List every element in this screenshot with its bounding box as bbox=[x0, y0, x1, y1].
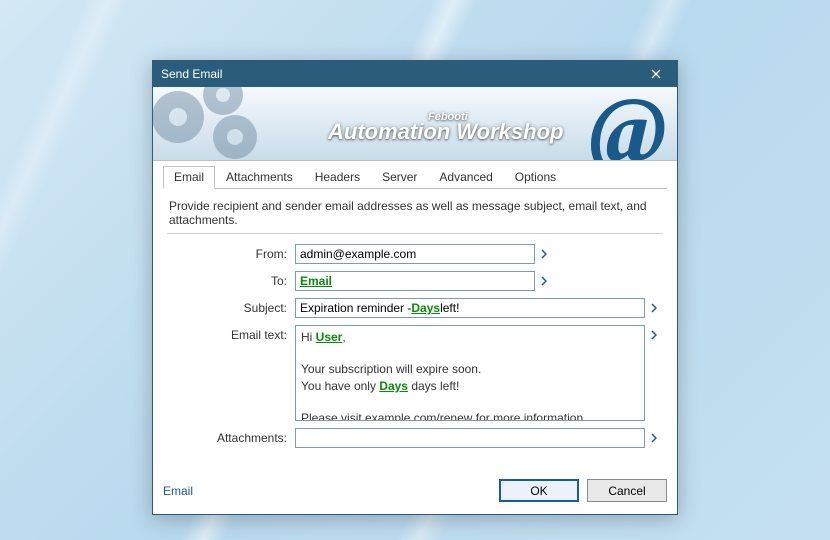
to-vars-button[interactable] bbox=[537, 271, 551, 291]
attachments-field[interactable] bbox=[295, 428, 645, 448]
brand-text: Febooti Automation Workshop bbox=[328, 111, 563, 145]
tab-email[interactable]: Email bbox=[163, 166, 215, 189]
tab-body-email: Provide recipient and sender email addre… bbox=[163, 189, 667, 459]
attachments-vars-button[interactable] bbox=[647, 428, 661, 448]
intro-text: Provide recipient and sender email addre… bbox=[167, 197, 663, 234]
tab-options[interactable]: Options bbox=[504, 166, 567, 189]
body-vars-button[interactable] bbox=[647, 325, 661, 345]
chevron-right-icon bbox=[651, 330, 657, 340]
from-field[interactable]: admin@example.com bbox=[295, 244, 535, 264]
label-attachments: Attachments: bbox=[167, 428, 295, 445]
label-email-text: Email text: bbox=[167, 325, 295, 342]
label-subject: Subject: bbox=[167, 298, 295, 315]
tab-advanced[interactable]: Advanced bbox=[428, 166, 503, 189]
banner: @ Febooti Automation Workshop bbox=[153, 87, 677, 161]
subject-vars-button[interactable] bbox=[647, 298, 661, 318]
label-to: To: bbox=[167, 271, 295, 288]
to-field[interactable]: Email bbox=[295, 271, 535, 291]
chevron-right-icon bbox=[541, 249, 547, 259]
chevron-right-icon bbox=[651, 433, 657, 443]
close-icon bbox=[651, 69, 661, 79]
label-from: From: bbox=[167, 244, 295, 261]
send-email-dialog: Send Email @ Febooti Automation Workshop… bbox=[152, 60, 678, 515]
tab-headers[interactable]: Headers bbox=[304, 166, 371, 189]
ok-button[interactable]: OK bbox=[499, 479, 579, 502]
tab-attachments[interactable]: Attachments bbox=[215, 166, 304, 189]
at-sign-icon: @ bbox=[589, 87, 667, 161]
close-button[interactable] bbox=[643, 64, 669, 84]
tab-strip: Email Attachments Headers Server Advance… bbox=[163, 165, 667, 189]
dialog-footer: Email OK Cancel bbox=[153, 469, 677, 514]
cancel-button[interactable]: Cancel bbox=[587, 479, 667, 502]
from-vars-button[interactable] bbox=[537, 244, 551, 264]
subject-field[interactable]: Expiration reminder - Days left! bbox=[295, 298, 645, 318]
titlebar: Send Email bbox=[153, 61, 677, 87]
gears-icon bbox=[153, 87, 313, 161]
email-text-field[interactable]: Hi User, Your subscription will expire s… bbox=[295, 325, 645, 421]
chevron-right-icon bbox=[651, 303, 657, 313]
brand-big: Automation Workshop bbox=[328, 119, 563, 145]
help-link[interactable]: Email bbox=[163, 484, 193, 498]
chevron-right-icon bbox=[541, 276, 547, 286]
window-title: Send Email bbox=[161, 67, 643, 81]
tab-server[interactable]: Server bbox=[371, 166, 428, 189]
